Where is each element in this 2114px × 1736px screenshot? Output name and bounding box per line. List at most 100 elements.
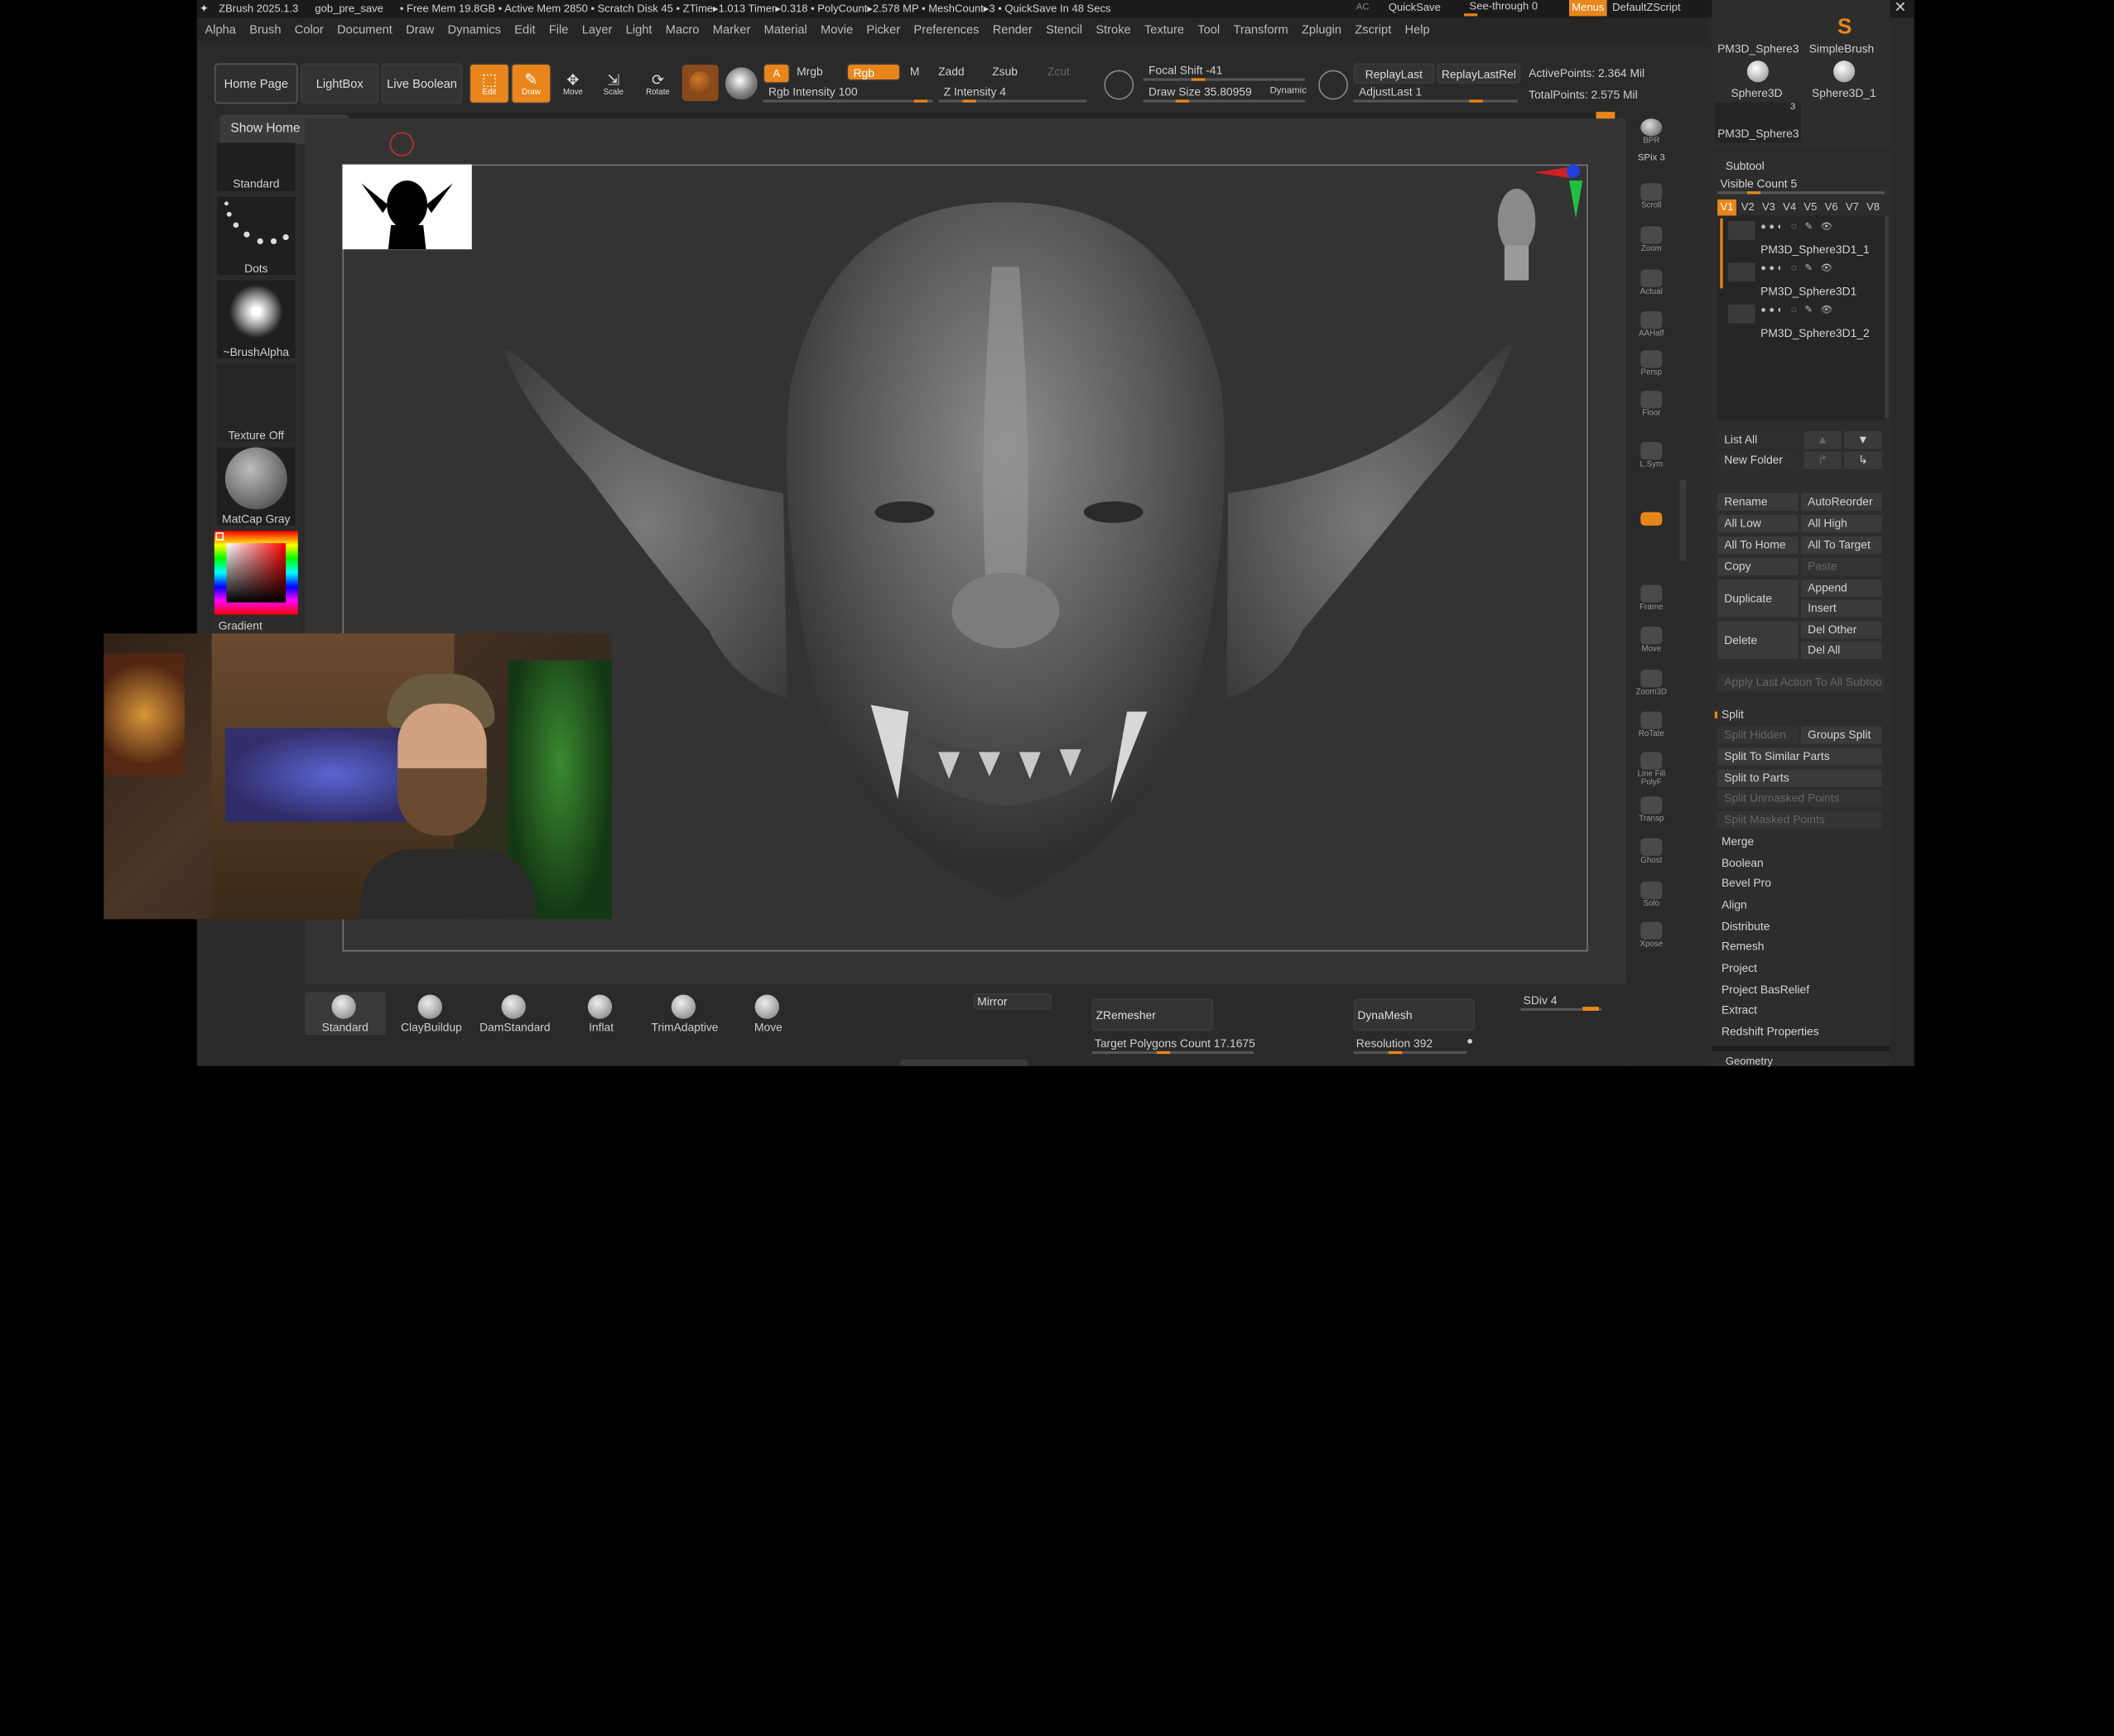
rename-button[interactable]: Rename [1717, 493, 1799, 512]
insert-button[interactable]: Insert [1801, 599, 1882, 618]
groups-split-button[interactable]: Groups Split [1801, 726, 1882, 744]
color-picker[interactable] [214, 531, 298, 615]
menu-macro[interactable]: Macro [666, 23, 700, 36]
move-button[interactable]: ✥ Move [554, 63, 592, 104]
brush-alpha-tile[interactable]: ~BrushAlpha [217, 280, 296, 359]
subtool-title[interactable]: Subtool [1726, 159, 1765, 172]
del-all-button[interactable]: Del All [1801, 641, 1882, 660]
home-page-button[interactable]: Home Page [214, 63, 298, 104]
copy-button[interactable]: Copy [1717, 557, 1799, 576]
lazy-mouse-icon[interactable] [1318, 70, 1348, 100]
target-polygons-slider[interactable]: Target Polygons Count 17.1675 [1091, 1035, 1262, 1055]
zcut-toggle[interactable]: Zcut [1047, 65, 1070, 78]
move-up-button[interactable]: ▲ [1803, 430, 1842, 450]
edit-button[interactable]: ⬚ Edit [469, 63, 510, 104]
split-section-header[interactable]: Split [1722, 708, 1744, 721]
del-other-button[interactable]: Del Other [1801, 621, 1882, 639]
aahalf-icon[interactable]: AAHalf [1631, 309, 1672, 344]
distribute-section[interactable]: Distribute [1722, 919, 1770, 932]
split-similar-button[interactable]: Split To Similar Parts [1717, 748, 1882, 766]
boolean-section[interactable]: Boolean [1722, 856, 1764, 869]
menu-texture[interactable]: Texture [1144, 23, 1184, 36]
a-toggle[interactable]: A [763, 63, 791, 84]
polyframe-icon[interactable]: Line Fill PolyF [1631, 749, 1672, 787]
view-v8-tab[interactable]: V8 [1864, 200, 1883, 216]
view-v5-tab[interactable]: V5 [1801, 200, 1820, 216]
menu-help[interactable]: Help [1405, 23, 1430, 36]
default-zscript[interactable]: DefaultZScript [1612, 2, 1681, 14]
rgb-toggle[interactable]: Rgb [846, 63, 901, 81]
brush-claybuildup[interactable]: ClayBuildup [391, 992, 472, 1035]
menu-file[interactable]: File [549, 23, 569, 36]
color-cursor[interactable] [215, 532, 224, 541]
frame-icon[interactable]: Frame [1631, 582, 1672, 617]
subtool-row-icons[interactable]: ●●◐ ◌ ✎ 👁 [1760, 305, 1876, 315]
subtool-row-icons[interactable]: ●●◐ ◌ ✎ 👁 [1760, 262, 1876, 273]
duplicate-button[interactable]: Duplicate [1717, 579, 1799, 618]
menu-movie[interactable]: Movie [821, 23, 853, 36]
project-section[interactable]: Project [1722, 961, 1757, 974]
brush-trimadaptive[interactable]: TrimAdaptive [644, 992, 725, 1035]
view-v4-tab[interactable]: V4 [1780, 200, 1799, 216]
align-section[interactable]: Align [1722, 897, 1747, 911]
material-swatch[interactable] [681, 65, 719, 102]
live-boolean-button[interactable]: Live Boolean [381, 63, 463, 104]
split-hidden-button[interactable]: Split Hidden [1717, 726, 1799, 744]
bottom-scroll[interactable] [900, 1059, 1028, 1066]
subtool-row[interactable]: ●●◐ ◌ ✎ 👁 PM3D_Sphere3D1_1 [1728, 219, 1882, 259]
xyz-symmetry-icon[interactable] [1631, 474, 1672, 526]
replay-last-button[interactable]: ReplayLast [1353, 63, 1435, 84]
draw-button[interactable]: ✎ Draw [511, 63, 551, 104]
resolution-slider[interactable]: Resolution 392 [1353, 1035, 1467, 1055]
zremesher-button[interactable]: ZRemesher [1091, 998, 1214, 1032]
menu-color[interactable]: Color [295, 23, 324, 36]
color-square[interactable] [226, 543, 287, 603]
menu-brush[interactable]: Brush [249, 23, 281, 36]
view-v3-tab[interactable]: V3 [1760, 200, 1779, 216]
apply-last-action-button[interactable]: Apply Last Action To All Subtoo [1717, 674, 1885, 692]
draw-size-slider[interactable]: Draw Size 35.80959 Dynamic [1143, 84, 1313, 103]
m-toggle[interactable]: M [910, 65, 920, 78]
mirror-button[interactable]: Mirror [973, 993, 1052, 1010]
menu-draw[interactable]: Draw [406, 23, 434, 36]
brush-standard[interactable]: Standard [304, 992, 386, 1036]
merge-section[interactable]: Merge [1722, 834, 1754, 848]
menu-stroke[interactable]: Stroke [1096, 23, 1130, 36]
tool-thumb-pm3d-sphere3-b[interactable]: 3 PM3D_Sphere3 [1714, 102, 1802, 143]
ac-label[interactable]: AC [1356, 2, 1370, 12]
menus-toggle[interactable]: Menus [1568, 0, 1607, 17]
folder-out-button[interactable]: ↱ [1803, 451, 1842, 469]
auto-reorder-button[interactable]: AutoReorder [1801, 493, 1882, 512]
view-v2-tab[interactable]: V2 [1738, 200, 1757, 216]
rotate-view-icon[interactable]: RoTate [1631, 709, 1672, 743]
project-basrelief-section[interactable]: Project BasRelief [1722, 983, 1809, 996]
solo-icon[interactable]: Solo [1631, 878, 1672, 913]
move-down-button[interactable]: ▼ [1844, 430, 1882, 450]
zoom-icon[interactable]: Zoom [1631, 224, 1672, 258]
stroke-dots-tile[interactable]: Dots [217, 196, 296, 276]
rotate-button[interactable]: ⟳ Rotate [638, 63, 678, 104]
split-masked-button[interactable]: Split Masked Points [1717, 811, 1882, 830]
replay-last-rel-button[interactable]: ReplayLastRel [1437, 63, 1521, 84]
append-button[interactable]: Append [1801, 579, 1882, 598]
perspective-icon[interactable]: Persp [1631, 348, 1672, 382]
menu-zscript[interactable]: Zscript [1355, 23, 1391, 36]
dynamesh-button[interactable]: DynaMesh [1353, 998, 1476, 1032]
menu-preferences[interactable]: Preferences [913, 23, 979, 36]
all-high-button[interactable]: All High [1801, 514, 1882, 533]
view-v6-tab[interactable]: V6 [1822, 200, 1841, 216]
scroll-icon[interactable]: Scroll [1631, 180, 1672, 215]
menu-dynamics[interactable]: Dynamics [448, 23, 501, 36]
focal-shift-icon[interactable] [1104, 70, 1134, 100]
resolution-dot-icon[interactable]: ● [1466, 1035, 1473, 1047]
extract-section[interactable]: Extract [1722, 1003, 1757, 1016]
tool-thumb-sphere3d-1[interactable]: Sphere3D_1 [1803, 60, 1887, 101]
scale-button[interactable]: ⇲ Scale [594, 63, 633, 104]
paste-button[interactable]: Paste [1801, 557, 1882, 576]
new-folder-button[interactable]: New Folder [1717, 451, 1799, 469]
adjust-last-slider[interactable]: AdjustLast 1 [1353, 84, 1519, 103]
list-all-button[interactable]: List All [1717, 430, 1799, 450]
tool-thumb-sphere3d[interactable]: Sphere3D [1715, 60, 1801, 101]
menu-light[interactable]: Light [626, 23, 652, 36]
transparency-icon[interactable]: Transp [1631, 794, 1672, 829]
